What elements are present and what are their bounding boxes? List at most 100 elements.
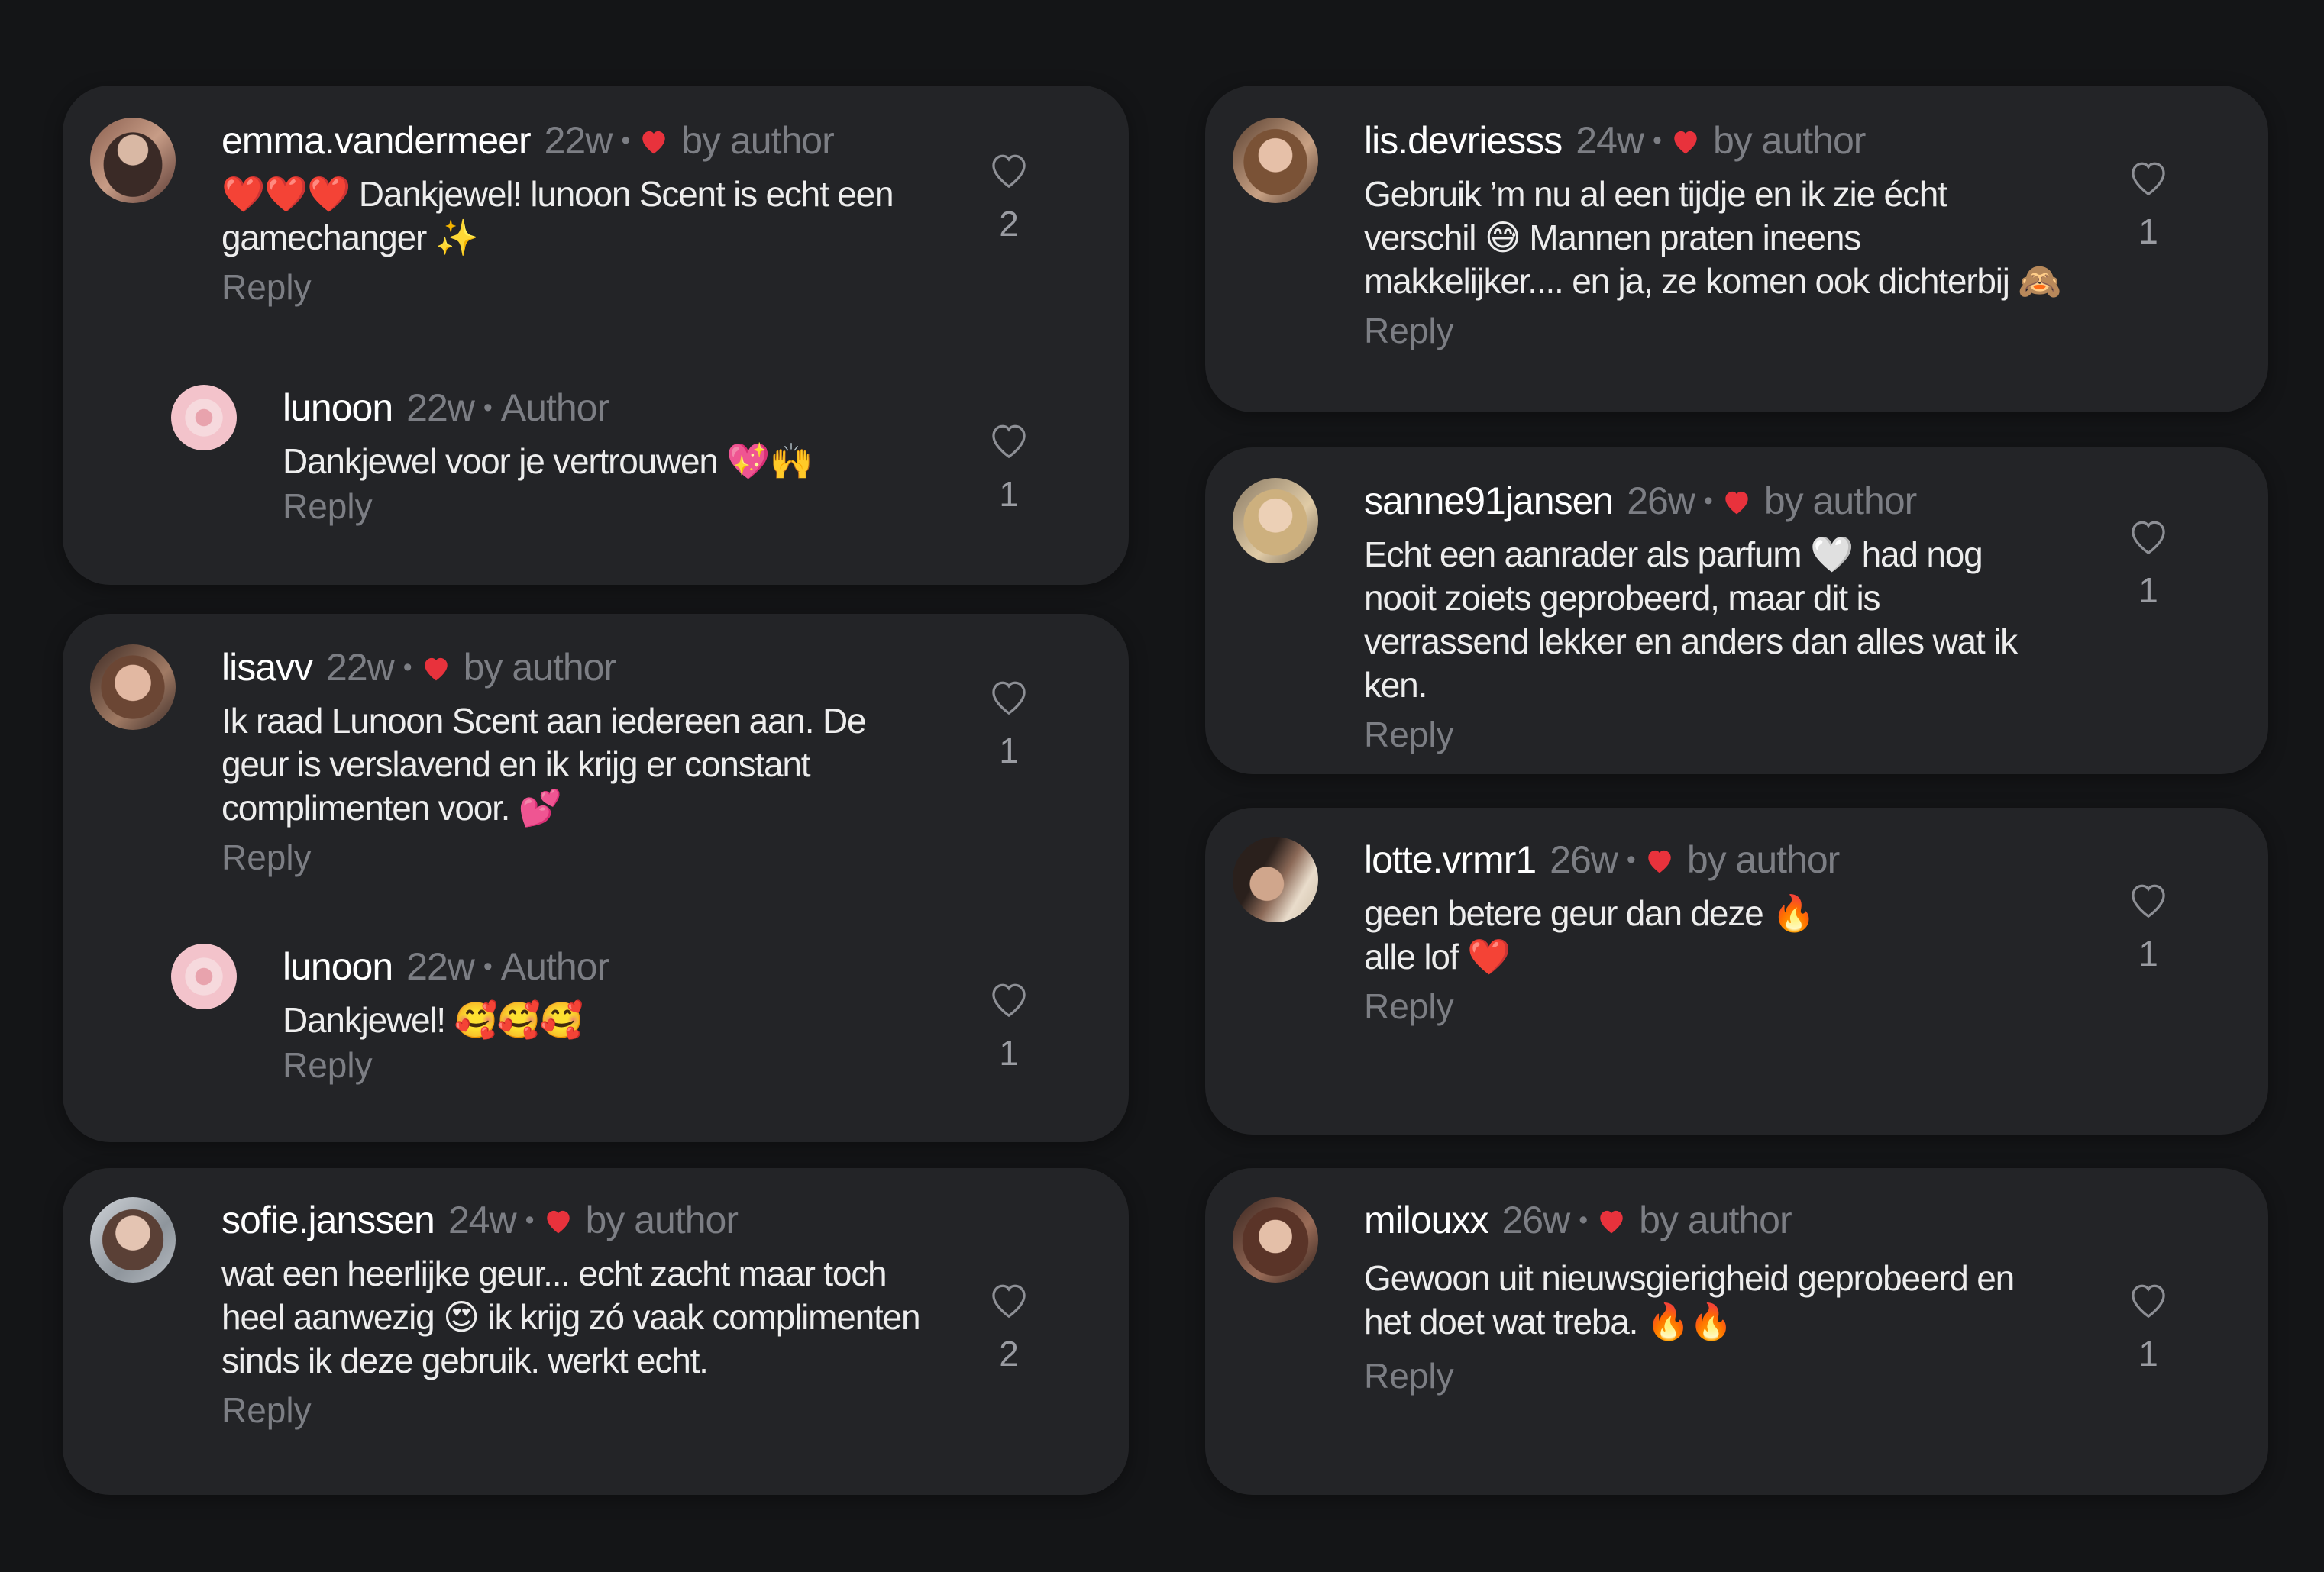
like-count: 1 — [2138, 570, 2158, 610]
like-count: 1 — [999, 1033, 1019, 1073]
like-count: 1 — [2138, 934, 2158, 973]
like-control: 1 — [2122, 516, 2175, 608]
comment-text: Gewoon uit nieuwsgierigheid geprobeerd e… — [1364, 1258, 2015, 1341]
comment-card: milouxx 26w • by author Gewoon uit nieuwsgi… — [1205, 1168, 2268, 1495]
heart-filled-icon — [1600, 1210, 1623, 1234]
avatar[interactable] — [90, 118, 176, 203]
comment-text: geen betere geur dan deze 🔥 alle lof ❤️ — [1364, 893, 1815, 976]
comment: sofie.janssen 24w • by author wat een heerl… — [90, 1197, 1101, 1472]
reply-comment: lunoon 22w • Author Dankjewel! 🥰🥰🥰 Reply 1 — [90, 944, 1101, 1112]
username[interactable]: lis.devriesss — [1364, 119, 1563, 162]
like-count: 1 — [999, 731, 1019, 770]
comment: lis.devriesss 24w • by author Gebruik ’m nu… — [1233, 118, 2241, 392]
comment-text: Gebruik ’m nu al een tijdje en ik zie éc… — [1364, 174, 2062, 301]
username[interactable]: milouxx — [1364, 1199, 1488, 1241]
comment: lotte.vrmr1 26w • by author geen betere geu… — [1233, 837, 2241, 1112]
heart-outline-icon[interactable] — [987, 1280, 1030, 1319]
heart-filled-icon — [1648, 850, 1671, 873]
username[interactable]: sofie.janssen — [221, 1199, 435, 1241]
reply-button[interactable]: Reply — [283, 485, 956, 528]
reply-comment: lunoon 22w • Author Dankjewel voor je vertr… — [90, 385, 1101, 553]
username[interactable]: lunoon — [283, 386, 393, 429]
heart-outline-icon[interactable] — [987, 150, 1030, 189]
like-count: 2 — [999, 204, 1019, 244]
timestamp: 22w — [326, 646, 395, 689]
comment-card: emma.vandermeer 22w • by author ❤️❤️❤️ Dank… — [63, 86, 1129, 585]
comment-card: lisavv 22w • by author Ik raad Lunoon Scent… — [63, 614, 1129, 1142]
comment-text: wat een heerlijke geur... echt zacht maa… — [221, 1254, 921, 1380]
author-badge: Author — [500, 386, 609, 429]
timestamp: 26w — [1627, 479, 1695, 522]
comment: emma.vandermeer 22w • by author ❤️❤️❤️ Dank… — [90, 118, 1101, 339]
brand-avatar[interactable] — [171, 385, 237, 450]
like-control: 1 — [2122, 1280, 2175, 1371]
by-author-label: by author — [681, 119, 834, 162]
like-control: 1 — [2122, 880, 2175, 971]
heart-outline-icon[interactable] — [2127, 516, 2170, 556]
by-author-label: by author — [1712, 119, 1866, 162]
heart-filled-icon — [642, 131, 665, 154]
timestamp: 26w — [1501, 1199, 1570, 1241]
comment-text: Echt een aanrader als parfum 🤍 had nog n… — [1364, 534, 2018, 705]
avatar[interactable] — [1233, 1197, 1318, 1283]
comment-card: sofie.janssen 24w • by author wat een heerl… — [63, 1168, 1129, 1495]
heart-filled-icon — [546, 1210, 570, 1234]
comment: milouxx 26w • by author Gewoon uit nieuwsgi… — [1233, 1197, 2241, 1472]
like-count: 1 — [2138, 211, 2158, 251]
comment-text: Dankjewel voor je vertrouwen 💖🙌 — [283, 441, 813, 481]
heart-outline-icon[interactable] — [987, 420, 1030, 460]
like-control: 1 — [2122, 157, 2175, 249]
username[interactable]: lisavv — [221, 646, 313, 689]
like-count: 1 — [999, 474, 1019, 514]
avatar[interactable] — [1233, 118, 1318, 203]
brand-avatar[interactable] — [171, 944, 237, 1009]
avatar[interactable] — [1233, 837, 1318, 922]
reply-button[interactable]: Reply — [1364, 1354, 2096, 1397]
reply-button[interactable]: Reply — [1364, 309, 2096, 352]
heart-outline-icon[interactable] — [987, 979, 1030, 1018]
heart-filled-icon — [1674, 131, 1697, 154]
comment-text: Ik raad Lunoon Scent aan iedereen aan. D… — [221, 701, 867, 828]
by-author-label: by author — [1686, 838, 1840, 881]
separator-dot: • — [621, 126, 630, 155]
comment-card: lis.devriesss 24w • by author Gebruik ’m nu… — [1205, 86, 2268, 412]
heart-filled-icon — [424, 657, 448, 681]
timestamp: 22w — [406, 945, 475, 988]
timestamp: 26w — [1550, 838, 1618, 881]
username[interactable]: sanne91jansen — [1364, 479, 1614, 522]
like-control: 2 — [982, 1280, 1036, 1371]
separator-dot: • — [525, 1206, 535, 1235]
reply-button[interactable]: Reply — [1364, 985, 2096, 1028]
separator-dot: • — [1579, 1206, 1588, 1235]
heart-outline-icon[interactable] — [2127, 1280, 2170, 1319]
heart-outline-icon[interactable] — [2127, 880, 2170, 919]
separator-dot: • — [1653, 126, 1662, 155]
reply-button[interactable]: Reply — [221, 266, 956, 308]
reply-button[interactable]: Reply — [221, 836, 956, 879]
heart-outline-icon[interactable] — [2127, 157, 2170, 197]
timestamp: 22w — [406, 386, 475, 429]
avatar[interactable] — [90, 644, 176, 730]
like-count: 2 — [999, 1334, 1019, 1373]
separator-dot: • — [402, 653, 412, 682]
comment: lisavv 22w • by author Ik raad Lunoon Scent… — [90, 644, 1101, 896]
comment-card: lotte.vrmr1 26w • by author geen betere geu… — [1205, 808, 2268, 1135]
author-badge: Author — [500, 945, 609, 988]
like-count: 1 — [2138, 1334, 2158, 1373]
timestamp: 22w — [544, 119, 613, 162]
username[interactable]: lotte.vrmr1 — [1364, 838, 1537, 881]
avatar[interactable] — [90, 1197, 176, 1283]
by-author-label: by author — [1639, 1199, 1792, 1241]
like-control: 1 — [982, 676, 1036, 768]
reply-button[interactable]: Reply — [1364, 713, 2096, 756]
separator-dot: • — [483, 393, 493, 422]
reply-button[interactable]: Reply — [221, 1389, 956, 1432]
by-author-label: by author — [463, 646, 616, 689]
separator-dot: • — [1626, 845, 1636, 874]
comment-text: Dankjewel! 🥰🥰🥰 — [283, 1000, 583, 1040]
reply-button[interactable]: Reply — [283, 1044, 956, 1086]
username[interactable]: emma.vandermeer — [221, 119, 532, 162]
avatar[interactable] — [1233, 478, 1318, 563]
heart-outline-icon[interactable] — [987, 676, 1030, 716]
username[interactable]: lunoon — [283, 945, 393, 988]
